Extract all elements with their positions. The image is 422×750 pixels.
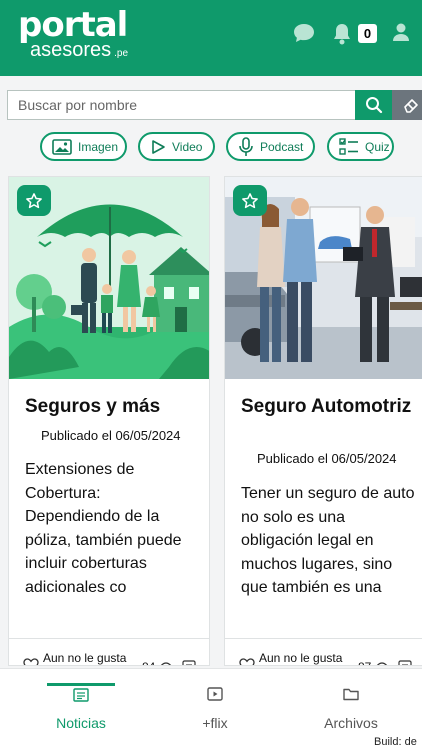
image-icon bbox=[52, 138, 72, 155]
eye-icon bbox=[160, 662, 172, 665]
card-footer: Aun no le gusta 84 bbox=[9, 638, 209, 666]
search-icon bbox=[365, 97, 382, 114]
star-icon bbox=[26, 192, 42, 208]
nav-label-archivos: Archivos bbox=[324, 715, 378, 731]
content-type-filters: Imagen Video Podcast Quiz bbox=[0, 132, 422, 162]
filter-imagen-label: Imagen bbox=[78, 139, 119, 154]
views-count: 87 bbox=[358, 660, 371, 665]
document-icon[interactable] bbox=[182, 660, 196, 666]
app-header: portal asesores .pe 0 bbox=[0, 0, 422, 76]
document-icon[interactable] bbox=[398, 660, 412, 666]
filter-quiz-label: Quiz bbox=[365, 139, 390, 154]
filter-video-label: Video bbox=[172, 139, 203, 154]
news-card[interactable]: Seguro Automotriz Publicado el 06/05/202… bbox=[224, 176, 422, 666]
news-card[interactable]: Seguros y más Publicado el 06/05/2024 Ex… bbox=[8, 176, 210, 666]
nav-label-noticias: Noticias bbox=[56, 715, 106, 731]
card-excerpt: Tener un seguro de auto no solo es una o… bbox=[241, 485, 415, 596]
favorite-button[interactable] bbox=[17, 185, 51, 216]
favorite-button[interactable] bbox=[233, 185, 267, 216]
logo-word-portal: portal bbox=[18, 5, 128, 45]
likes-status: Aun no le gusta bbox=[259, 651, 343, 665]
portal-asesores-logo[interactable]: portal asesores .pe bbox=[18, 8, 128, 64]
video-player-icon bbox=[207, 687, 223, 701]
nav-tab-noticias[interactable]: Noticias bbox=[11, 669, 151, 739]
card-image-car-dealership[interactable] bbox=[225, 177, 422, 379]
eraser-icon bbox=[403, 99, 418, 113]
search-input[interactable] bbox=[7, 90, 355, 120]
filter-quiz-button[interactable]: Quiz bbox=[327, 132, 394, 161]
nav-tab-archivos[interactable]: Archivos bbox=[281, 669, 421, 739]
card-title: Seguro Automotriz bbox=[241, 396, 412, 417]
chat-icon[interactable] bbox=[292, 22, 316, 44]
newspaper-icon bbox=[73, 688, 89, 702]
folder-icon bbox=[343, 688, 359, 701]
card-footer: Aun no le gusta 87 bbox=[225, 638, 422, 666]
filter-podcast-button[interactable]: Podcast bbox=[226, 132, 315, 161]
notification-count-badge: 0 bbox=[358, 24, 377, 43]
user-icon[interactable] bbox=[392, 22, 410, 44]
search-button[interactable] bbox=[355, 90, 392, 120]
bell-icon[interactable] bbox=[331, 22, 353, 46]
star-icon bbox=[242, 192, 258, 208]
filter-video-button[interactable]: Video bbox=[138, 132, 215, 161]
heart-icon[interactable] bbox=[23, 658, 39, 666]
microphone-icon bbox=[239, 136, 253, 156]
nav-tab-flix[interactable]: +flix bbox=[145, 669, 285, 739]
logo-suffix: .pe bbox=[114, 48, 129, 59]
card-date: Publicado el 06/05/2024 bbox=[257, 451, 397, 466]
eye-icon bbox=[376, 662, 388, 665]
filter-imagen-button[interactable]: Imagen bbox=[40, 132, 127, 161]
checklist-icon bbox=[339, 137, 358, 155]
search-bar bbox=[7, 90, 422, 120]
card-date: Publicado el 06/05/2024 bbox=[41, 428, 181, 443]
build-info: Build: de bbox=[374, 736, 417, 748]
likes-status: Aun no le gusta bbox=[43, 651, 127, 665]
card-title: Seguros y más bbox=[25, 396, 161, 417]
filter-podcast-label: Podcast bbox=[260, 139, 304, 154]
card-image-family-umbrella[interactable] bbox=[9, 177, 209, 379]
play-icon bbox=[152, 139, 165, 154]
bottom-navigation: Noticias +flix Archivos bbox=[0, 668, 422, 750]
logo-word-asesores: asesores bbox=[30, 39, 112, 61]
heart-icon[interactable] bbox=[239, 658, 255, 666]
clear-search-button[interactable] bbox=[392, 90, 422, 120]
nav-label-flix: +flix bbox=[202, 715, 228, 731]
views-count: 84 bbox=[142, 660, 155, 665]
card-excerpt: Extensiones de Cobertura: Dependiendo de… bbox=[25, 461, 182, 596]
